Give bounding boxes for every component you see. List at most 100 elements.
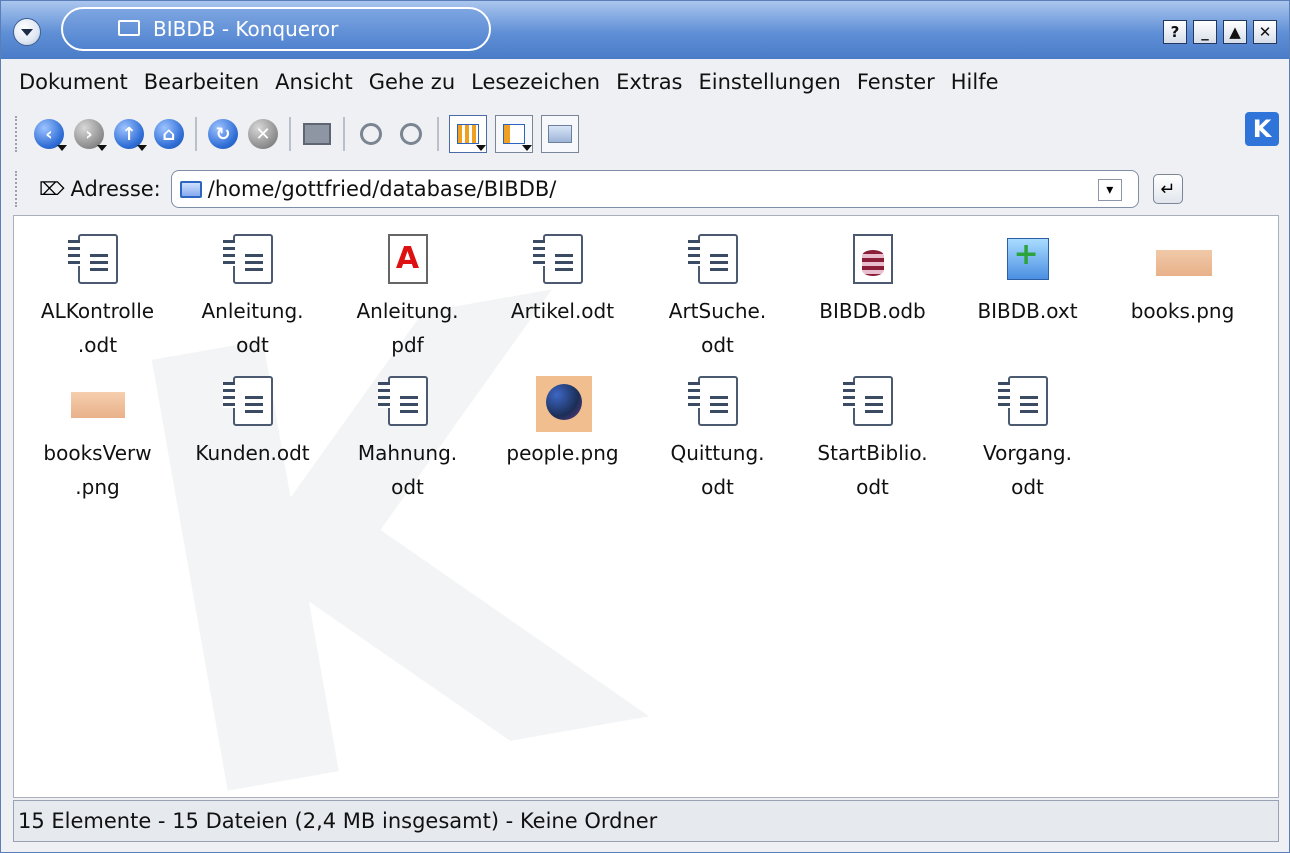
home-button[interactable]: ⌂: [151, 116, 187, 152]
clear-location-icon[interactable]: ⌦: [39, 179, 64, 200]
addressbar-grip[interactable]: [15, 171, 23, 207]
file-item[interactable]: books.png: [1105, 226, 1260, 368]
file-item[interactable]: Artikel.odt: [485, 226, 640, 368]
address-input[interactable]: /home/gottfried/database/BIBDB/ ▾: [170, 170, 1139, 208]
file-name: Kunden.odt: [195, 441, 310, 465]
file-name: ALKontrolle .odt: [40, 299, 155, 357]
image-file-icon: [1155, 234, 1212, 288]
tree-view-button[interactable]: [495, 115, 533, 153]
file-item[interactable]: ALKontrolle .odt: [20, 226, 175, 368]
file-item[interactable]: Mahnung. odt: [330, 368, 485, 510]
menu-dokument[interactable]: Dokument: [19, 70, 128, 94]
menu-extras[interactable]: Extras: [616, 70, 682, 94]
toolbar-separator: [343, 117, 345, 151]
zoom-in-icon: [360, 123, 382, 145]
menu-bearbeiten[interactable]: Bearbeiten: [144, 70, 259, 94]
file-item[interactable]: ArtSuche. odt: [640, 226, 795, 368]
file-name: BIBDB.odb: [819, 299, 926, 323]
odt-document-icon: [532, 234, 590, 288]
back-button[interactable]: ‹: [31, 116, 67, 152]
address-value[interactable]: /home/gottfried/database/BIBDB/: [208, 177, 557, 201]
file-name: BIBDB.oxt: [977, 299, 1078, 323]
file-name: Quittung. odt: [670, 441, 765, 499]
file-name: people.png: [506, 441, 619, 465]
odt-document-icon: [687, 234, 745, 288]
database-file-icon: [846, 234, 900, 288]
reload-button[interactable]: ↻: [205, 116, 241, 152]
konqueror-window: BIBDB - Konqueror ? _ ▲ ✕ Dokument Bearb…: [0, 0, 1290, 853]
zoom-out-button[interactable]: [393, 116, 429, 152]
up-button[interactable]: ↑: [111, 116, 147, 152]
file-item[interactable]: StartBiblio. odt: [795, 368, 950, 510]
toolbar-separator: [195, 117, 197, 151]
title-bar[interactable]: BIBDB - Konqueror ? _ ▲ ✕: [1, 1, 1289, 59]
maximize-button[interactable]: ▲: [1223, 20, 1247, 44]
zoom-out-icon: [400, 123, 422, 145]
window-menu-button[interactable]: [13, 18, 41, 46]
file-item[interactable]: Anleitung. odt: [175, 226, 330, 368]
forward-button[interactable]: ›: [71, 116, 107, 152]
odt-document-icon: [222, 376, 280, 430]
file-name: Mahnung. odt: [357, 441, 458, 499]
window-buttons: ? _ ▲ ✕: [1163, 20, 1277, 44]
menu-gehe-zu[interactable]: Gehe zu: [369, 70, 455, 94]
minimize-button[interactable]: _: [1193, 20, 1217, 44]
folder-icon: [118, 20, 140, 36]
odt-document-icon: [377, 376, 435, 430]
toolbar-separator: [289, 117, 291, 151]
kde-logo-icon: K: [1245, 112, 1279, 146]
main-toolbar: ‹ › ↑ ⌂ ↻ ✕: [1, 105, 1289, 163]
file-name: Anleitung. pdf: [356, 299, 459, 357]
menu-einstellungen[interactable]: Einstellungen: [699, 70, 841, 94]
file-name: Anleitung. odt: [201, 299, 304, 357]
close-button[interactable]: ✕: [1253, 20, 1277, 44]
menu-fenster[interactable]: Fenster: [857, 70, 935, 94]
go-button[interactable]: ↵: [1152, 174, 1183, 204]
print-button[interactable]: [299, 116, 335, 152]
stop-button[interactable]: ✕: [245, 116, 281, 152]
file-name: booksVerw .png: [43, 441, 152, 499]
file-item[interactable]: Vorgang. odt: [950, 368, 1105, 510]
odt-document-icon: [997, 376, 1055, 430]
odt-document-icon: [842, 376, 900, 430]
zoom-in-button[interactable]: [353, 116, 389, 152]
address-dropdown-button[interactable]: ▾: [1097, 179, 1122, 201]
file-item[interactable]: A Anleitung. pdf: [330, 226, 485, 368]
forward-icon: ›: [74, 119, 104, 149]
tree-view-icon: [503, 124, 525, 144]
window-title-tab: BIBDB - Konqueror: [61, 7, 491, 51]
help-button[interactable]: ?: [1163, 20, 1187, 44]
image-file-icon: [535, 376, 592, 432]
reload-icon: ↻: [208, 119, 238, 149]
print-icon: [303, 123, 331, 145]
extension-file-icon: [1001, 234, 1055, 288]
menu-lesezeichen[interactable]: Lesezeichen: [471, 70, 600, 94]
file-item[interactable]: Kunden.odt: [175, 368, 330, 510]
pdf-document-icon: A: [381, 234, 435, 288]
file-item[interactable]: BIBDB.odb: [795, 226, 950, 368]
icon-view-button[interactable]: [449, 115, 487, 153]
file-item[interactable]: Quittung. odt: [640, 368, 795, 510]
window-title: BIBDB - Konqueror: [153, 17, 339, 41]
file-grid: ALKontrolle .odt Anleitung. odt A Anleitu…: [14, 226, 1278, 510]
menu-hilfe[interactable]: Hilfe: [951, 70, 999, 94]
odt-document-icon: [67, 234, 125, 288]
status-bar: 15 Elemente - 15 Dateien (2,4 MB insgesa…: [13, 800, 1279, 842]
thumbnail-view-button[interactable]: [541, 115, 579, 153]
image-file-icon: [70, 376, 125, 430]
odt-document-icon: [687, 376, 745, 430]
file-view[interactable]: K ALKontrolle .odt Anleitung. odt A Anlei…: [13, 215, 1279, 798]
status-text: 15 Elemente - 15 Dateien (2,4 MB insgesa…: [18, 809, 658, 833]
menu-bar: Dokument Bearbeiten Ansicht Gehe zu Lese…: [1, 59, 1289, 105]
file-name: books.png: [1130, 299, 1235, 323]
icon-view-icon: [457, 124, 479, 144]
file-item[interactable]: BIBDB.oxt: [950, 226, 1105, 368]
file-name: Artikel.odt: [510, 299, 615, 323]
back-icon: ‹: [34, 119, 64, 149]
up-icon: ↑: [114, 119, 144, 149]
file-item[interactable]: booksVerw .png: [20, 368, 175, 510]
stop-icon: ✕: [248, 119, 278, 149]
menu-ansicht[interactable]: Ansicht: [275, 70, 353, 94]
file-item[interactable]: people.png: [485, 368, 640, 510]
toolbar-grip[interactable]: [15, 116, 23, 152]
